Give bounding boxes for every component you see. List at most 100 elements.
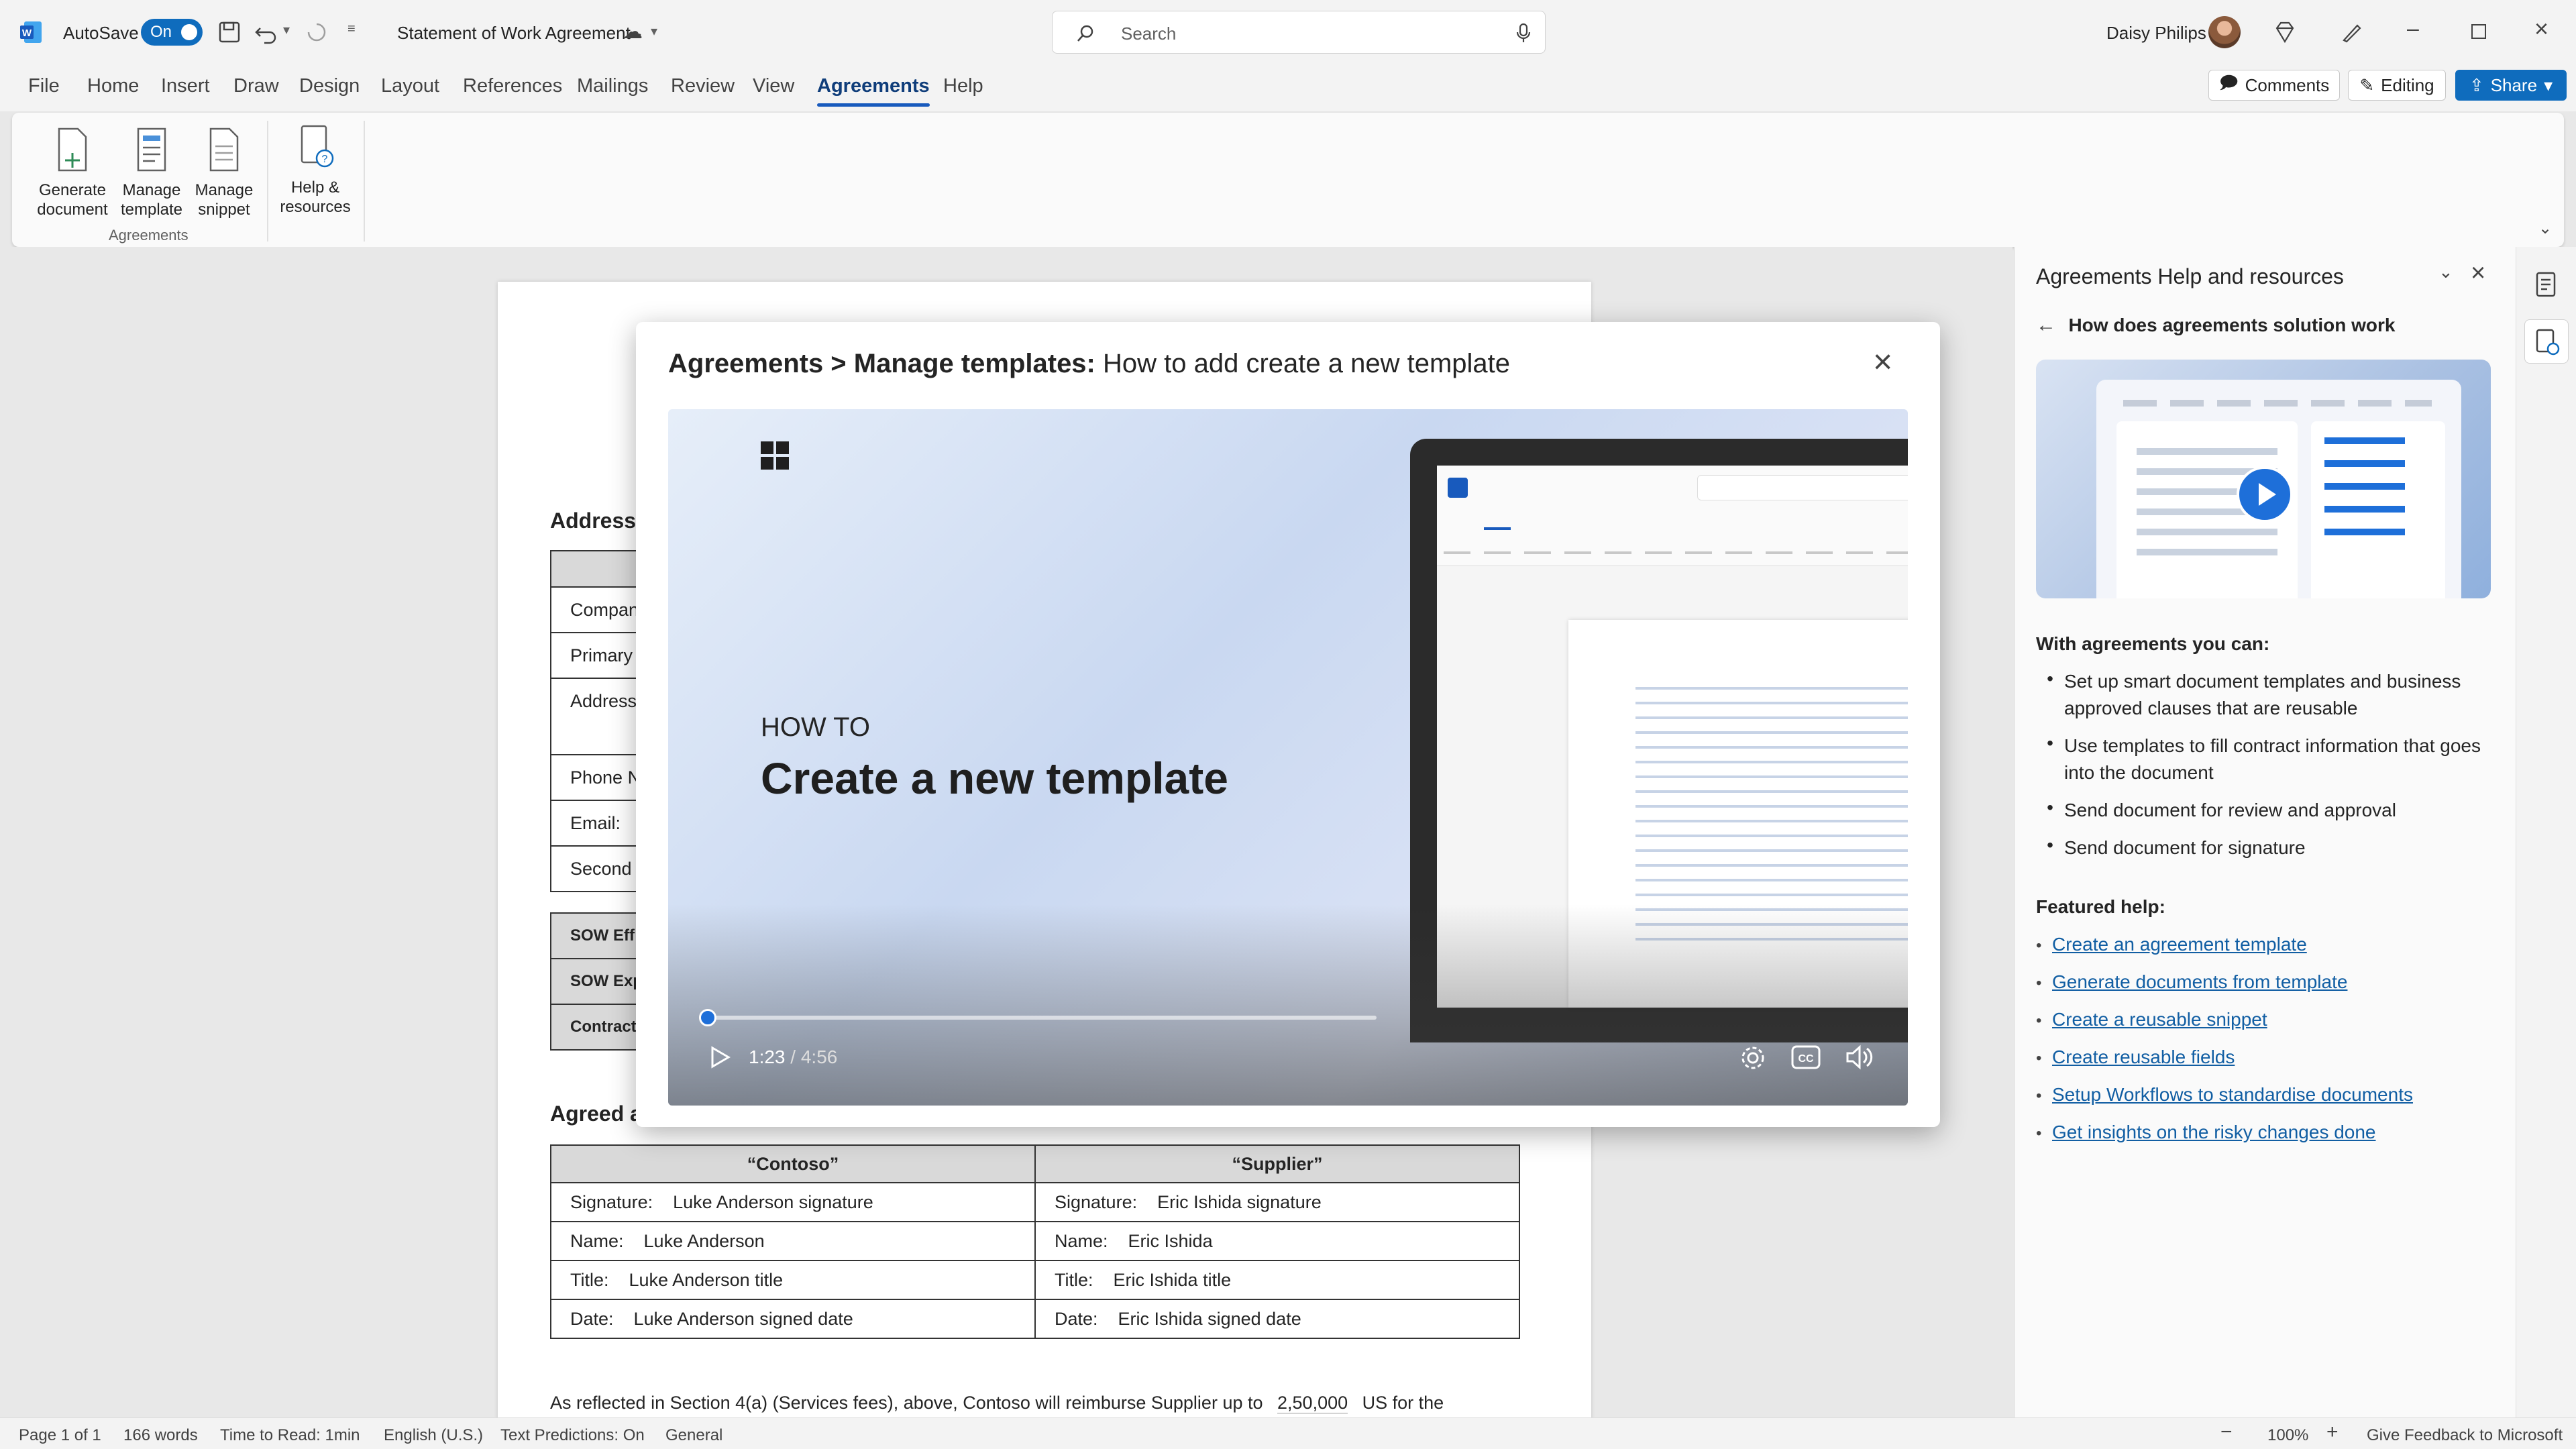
tab-home[interactable]: Home bbox=[87, 75, 139, 97]
tab-view[interactable]: View bbox=[753, 75, 794, 97]
text-predictions[interactable]: Text Predictions: On bbox=[500, 1426, 645, 1445]
autosave-toggle[interactable]: On bbox=[141, 19, 203, 46]
pane-title: Agreements Help and resources bbox=[2036, 264, 2344, 288]
sensitivity-label[interactable]: General bbox=[665, 1426, 722, 1445]
designer-pen-icon[interactable] bbox=[2339, 19, 2365, 46]
minimize-icon[interactable]: – bbox=[2407, 16, 2419, 41]
cloud-saved-icon[interactable]: ☁ bbox=[623, 20, 643, 44]
amount-field[interactable]: 2,50,000 bbox=[1277, 1393, 1348, 1413]
tab-file[interactable]: File bbox=[28, 75, 60, 97]
list-item: • Set up smart document templates and bus… bbox=[2047, 668, 2461, 718]
table-row[interactable]: Signature: Luke Anderson signature bbox=[550, 1182, 1036, 1222]
back-link[interactable]: ← How does agreements solution work bbox=[2036, 314, 2395, 337]
help-link[interactable]: Create an agreement template bbox=[2052, 934, 2307, 955]
help-pane-toggle[interactable] bbox=[2524, 319, 2569, 364]
tab-help[interactable]: Help bbox=[943, 75, 983, 97]
close-pane-icon[interactable]: × bbox=[2471, 259, 2485, 288]
tab-draw[interactable]: Draw bbox=[233, 75, 279, 97]
list-item: • Send document for review and approval bbox=[2047, 797, 2396, 820]
language[interactable]: English (U.S.) bbox=[384, 1426, 483, 1445]
redo-icon[interactable] bbox=[303, 19, 330, 46]
title-dropdown-icon[interactable]: ▾ bbox=[651, 23, 657, 40]
manage-snippet-button[interactable]: Manage snippet bbox=[184, 121, 264, 221]
capabilities-list: • Set up smart document templates and bus… bbox=[2036, 668, 2492, 872]
closed-captions-icon[interactable]: CC bbox=[1791, 1045, 1821, 1069]
body-paragraph[interactable]: As reflected in Section 4(a) (Services f… bbox=[550, 1393, 1444, 1413]
help-resources-button[interactable]: ? Help & resources bbox=[275, 118, 356, 219]
word-count[interactable]: 166 words bbox=[123, 1426, 198, 1445]
settings-gear-icon[interactable] bbox=[1739, 1044, 1767, 1072]
search-icon bbox=[1077, 25, 1093, 42]
list-item: • Generate documents from template bbox=[2036, 971, 2348, 992]
play-video-icon[interactable] bbox=[2235, 464, 2295, 525]
document-title[interactable]: Statement of Work Agreement bbox=[397, 23, 631, 44]
close-window-icon[interactable]: × bbox=[2534, 15, 2548, 43]
contoso-header: “Contoso” bbox=[550, 1144, 1036, 1183]
video-progress-handle[interactable] bbox=[699, 1009, 716, 1026]
close-dialog-icon[interactable]: × bbox=[1873, 342, 1892, 381]
table-row[interactable]: Date: Luke Anderson signed date bbox=[550, 1299, 1036, 1339]
read-time: Time to Read: 1min bbox=[220, 1426, 360, 1444]
video-progress-track[interactable] bbox=[706, 1016, 1377, 1020]
share-button[interactable]: ⇪ Share ▾ bbox=[2455, 70, 2567, 101]
manage-template-button[interactable]: Manage template bbox=[111, 121, 192, 221]
video-thumbnail[interactable] bbox=[2036, 360, 2491, 598]
tab-review[interactable]: Review bbox=[671, 75, 735, 97]
list-item: • Get insights on the risky changes done bbox=[2036, 1122, 2376, 1142]
page-count[interactable]: Page 1 of 1 bbox=[19, 1426, 101, 1445]
tab-agreements[interactable]: Agreements bbox=[817, 75, 930, 107]
microphone-icon[interactable] bbox=[1515, 22, 1532, 44]
table-row[interactable]: Title: Luke Anderson title bbox=[550, 1260, 1036, 1300]
generate-document-button[interactable]: Generate document bbox=[32, 121, 113, 221]
windows-logo-icon bbox=[761, 441, 789, 470]
svg-text:?: ? bbox=[322, 154, 328, 165]
feedback-link[interactable]: Give Feedback to Microsoft bbox=[2367, 1426, 2563, 1445]
editing-button[interactable]: ✎ Editing bbox=[2348, 70, 2446, 101]
pane-options-icon[interactable]: ⌄ bbox=[2438, 262, 2453, 282]
undo-dropdown-icon[interactable]: ▾ bbox=[283, 21, 290, 38]
comments-button[interactable]: 🗩 Comments bbox=[2208, 70, 2340, 101]
list-item: • Send document for signature bbox=[2047, 835, 2306, 858]
autosave-label: AutoSave bbox=[63, 23, 139, 43]
help-link[interactable]: Create reusable fields bbox=[2052, 1046, 2235, 1067]
tab-layout[interactable]: Layout bbox=[381, 75, 439, 97]
collapse-ribbon-icon[interactable]: ⌄ bbox=[2538, 219, 2552, 238]
zoom-out-icon[interactable]: − bbox=[2220, 1421, 2233, 1444]
zoom-level[interactable]: 100% bbox=[2267, 1426, 2308, 1445]
addresses-heading: Addresse bbox=[550, 508, 648, 533]
chevron-down-icon: ▾ bbox=[2544, 74, 2553, 95]
tab-design[interactable]: Design bbox=[299, 75, 360, 97]
ribbon bbox=[12, 113, 2564, 247]
help-link[interactable]: Generate documents from template bbox=[2052, 971, 2347, 992]
pencil-icon: ✎ bbox=[2359, 74, 2375, 95]
agreements-pane-icon[interactable] bbox=[2534, 271, 2558, 298]
help-link[interactable]: Setup Workflows to standardise documents bbox=[2052, 1084, 2413, 1105]
side-rail bbox=[2516, 247, 2576, 1417]
list-item: • Create a reusable snippet bbox=[2036, 1009, 2267, 1030]
volume-icon[interactable] bbox=[1845, 1044, 1874, 1071]
maximize-icon[interactable] bbox=[2471, 24, 2486, 39]
ribbon-group-label: Agreements bbox=[109, 227, 189, 244]
table-row[interactable]: Date: Eric Ishida signed date bbox=[1034, 1299, 1520, 1339]
customize-quick-access-icon[interactable]: ≡ bbox=[347, 21, 356, 37]
tab-insert[interactable]: Insert bbox=[161, 75, 210, 97]
avatar[interactable] bbox=[2208, 16, 2241, 48]
help-link[interactable]: Create a reusable snippet bbox=[2052, 1009, 2267, 1030]
table-row[interactable]: Name: Eric Ishida bbox=[1034, 1221, 1520, 1261]
undo-icon[interactable] bbox=[252, 19, 279, 46]
supplier-header: “Supplier” bbox=[1034, 1144, 1520, 1183]
table-row[interactable]: Name: Luke Anderson bbox=[550, 1221, 1036, 1261]
premium-diamond-icon[interactable] bbox=[2271, 19, 2298, 46]
ribbon-divider bbox=[364, 121, 365, 241]
table-row[interactable]: Title: Eric Ishida title bbox=[1034, 1260, 1520, 1300]
tab-references[interactable]: References bbox=[463, 75, 562, 97]
help-document-icon: ? bbox=[301, 125, 334, 168]
play-icon[interactable] bbox=[706, 1044, 733, 1071]
zoom-in-icon[interactable]: + bbox=[2326, 1421, 2339, 1444]
table-row[interactable]: Signature: Eric Ishida signature bbox=[1034, 1182, 1520, 1222]
tab-mailings[interactable]: Mailings bbox=[577, 75, 648, 97]
help-link[interactable]: Get insights on the risky changes done bbox=[2052, 1122, 2376, 1142]
search-box[interactable]: Search bbox=[1052, 11, 1546, 54]
save-icon[interactable] bbox=[216, 19, 243, 46]
video-player[interactable]: HOW TO Create a new template 1:23 / 4:56… bbox=[668, 409, 1908, 1106]
